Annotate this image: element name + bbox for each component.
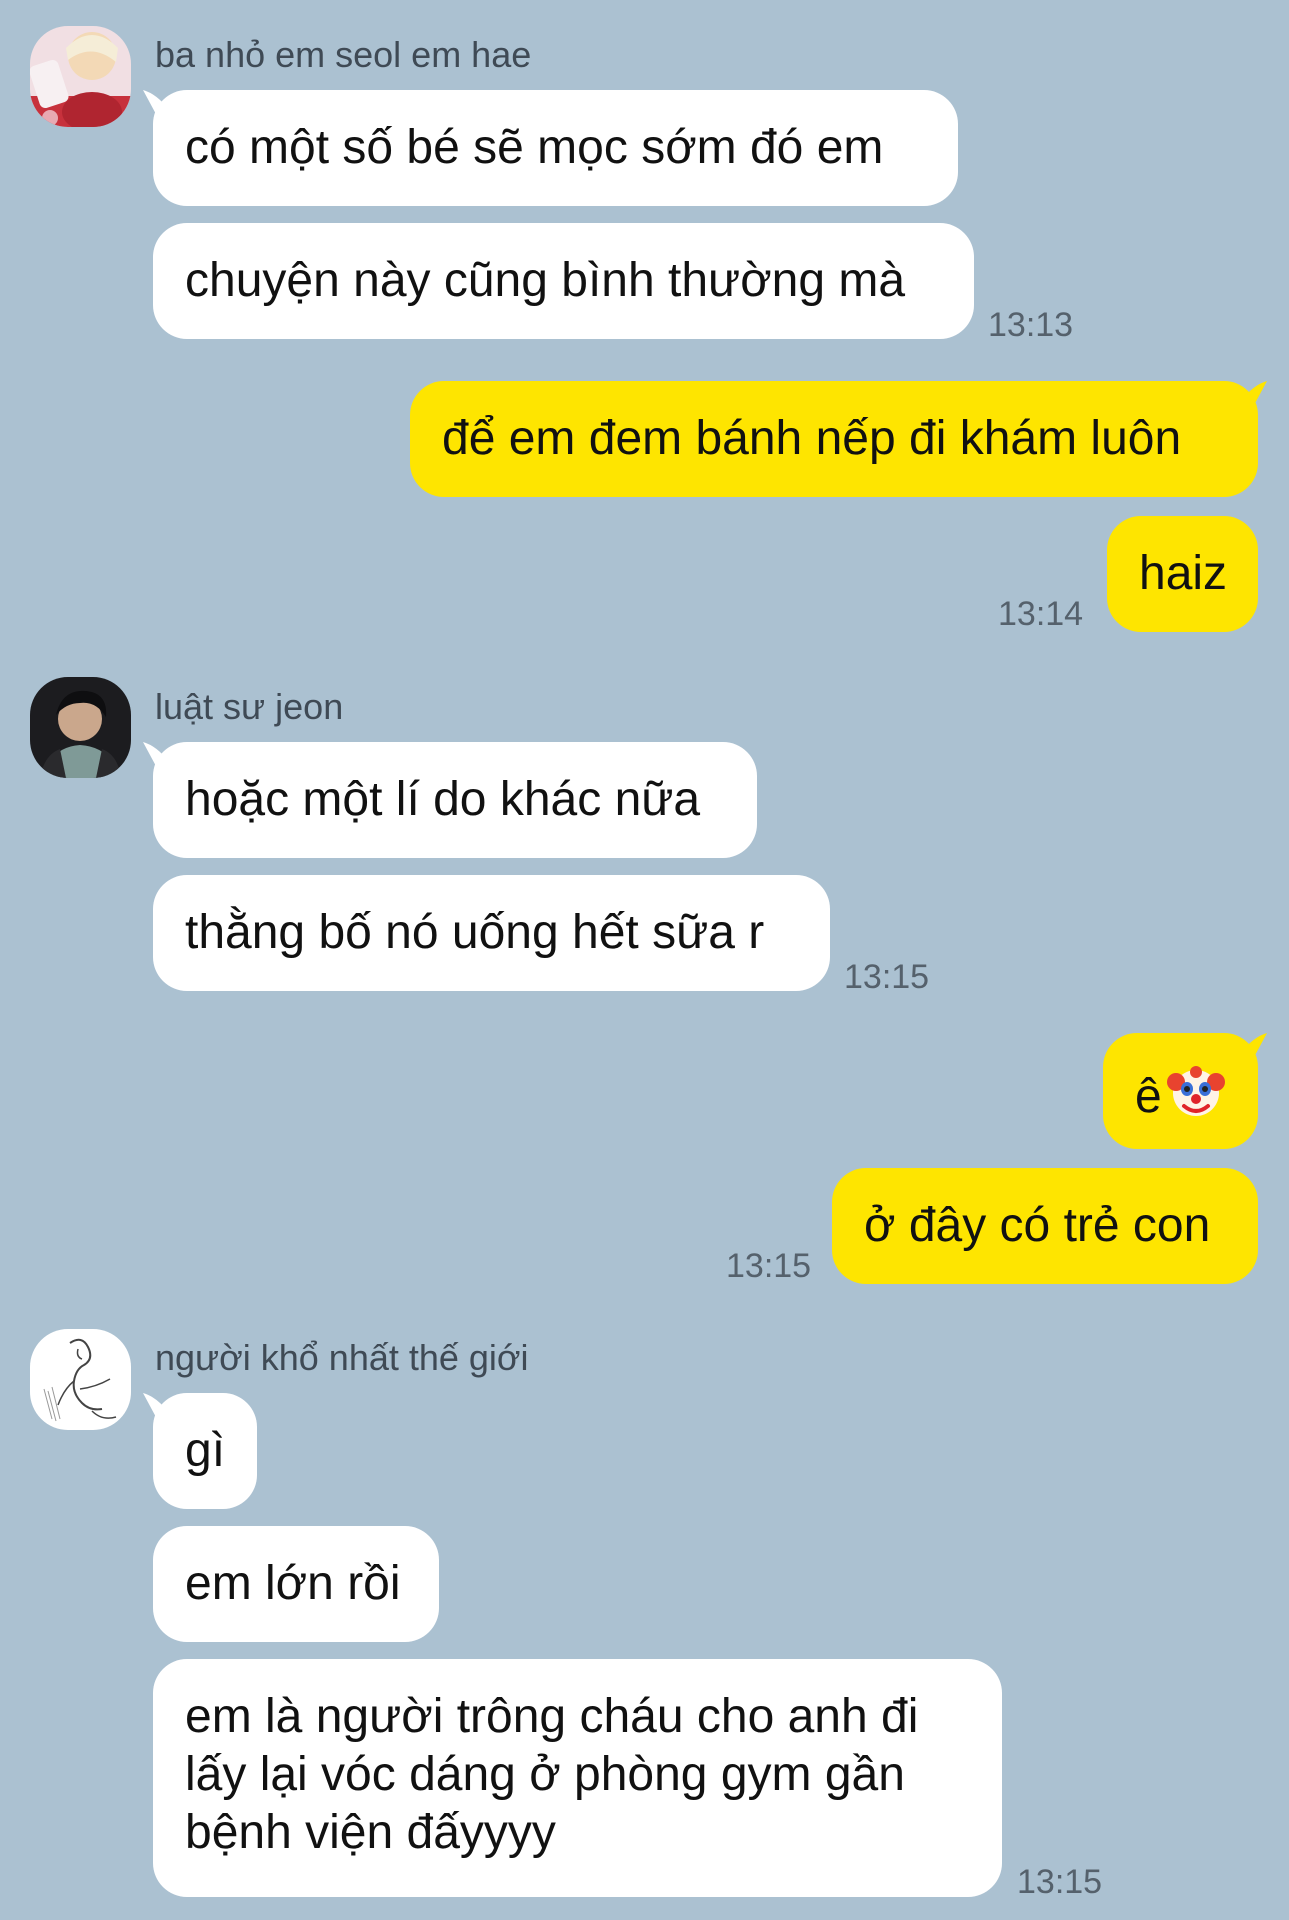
message-timestamp: 13:15 xyxy=(844,958,930,996)
message-line: em là người trông cháu cho anh đi xyxy=(185,1690,919,1743)
message-bubble[interactable]: em lớn rồi xyxy=(153,1526,439,1642)
message-text: haiz xyxy=(1139,547,1228,600)
message-bubble[interactable]: gì xyxy=(153,1393,257,1509)
message-text: có một số bé sẽ mọc sớm đó em xyxy=(185,121,884,174)
message-bubble[interactable]: hoặc một lí do khác nữa xyxy=(153,742,757,858)
message-text: gì xyxy=(185,1424,226,1477)
message-line: bệnh viện đấyyyy xyxy=(185,1806,556,1859)
sender-name: ba nhỏ em seol em hae xyxy=(155,34,532,75)
avatar-image xyxy=(30,1329,131,1430)
clown-face-icon xyxy=(1166,1066,1225,1116)
message-text: ê xyxy=(1135,1070,1162,1123)
message-timestamp: 13:15 xyxy=(726,1247,812,1285)
message-content: ê xyxy=(1135,1033,1226,1126)
message-text: thằng bố nó uống hết sữa r xyxy=(185,906,765,959)
message-text: chuyện này cũng bình thường mà xyxy=(185,254,906,307)
message-text: ở đây có trẻ con xyxy=(864,1199,1211,1252)
message-bubble[interactable]: ở đây có trẻ con xyxy=(832,1168,1258,1284)
message-bubble[interactable]: có một số bé sẽ mọc sớm đó em xyxy=(153,90,958,206)
sender-name: người khổ nhất thế giới xyxy=(155,1337,529,1378)
message-bubble[interactable]: chuyện này cũng bình thường mà xyxy=(153,223,974,339)
avatar-image xyxy=(30,677,131,778)
message-bubble[interactable]: thằng bố nó uống hết sữa r xyxy=(153,875,830,991)
message-bubble[interactable]: ê xyxy=(1103,1033,1258,1149)
message-bubble[interactable]: haiz xyxy=(1107,516,1258,632)
message-bubble[interactable]: em là người trông cháu cho anh đi lấy lạ… xyxy=(153,1659,1002,1897)
sender-name: luật sư jeon xyxy=(155,686,344,727)
message-timestamp: 13:13 xyxy=(988,306,1074,344)
message-text-block: em là người trông cháu cho anh đi lấy lạ… xyxy=(185,1659,970,1862)
message-text: hoặc một lí do khác nữa xyxy=(185,773,701,826)
avatar-image xyxy=(30,26,131,127)
avatar-sender-1[interactable] xyxy=(30,26,131,127)
message-line: lấy lại vóc dáng ở phòng gym gần xyxy=(185,1748,905,1801)
avatar-sender-3[interactable] xyxy=(30,1329,131,1430)
message-text: em lớn rồi xyxy=(185,1557,401,1610)
message-bubble[interactable]: để em đem bánh nếp đi khám luôn xyxy=(410,381,1258,497)
avatar-sender-2[interactable] xyxy=(30,677,131,778)
message-text: để em đem bánh nếp đi khám luôn xyxy=(442,412,1182,465)
message-timestamp: 13:14 xyxy=(998,595,1084,633)
chat-room[interactable]: ba nhỏ em seol em hae có một số bé sẽ mọ… xyxy=(0,0,1289,1920)
message-timestamp: 13:15 xyxy=(1017,1863,1103,1901)
